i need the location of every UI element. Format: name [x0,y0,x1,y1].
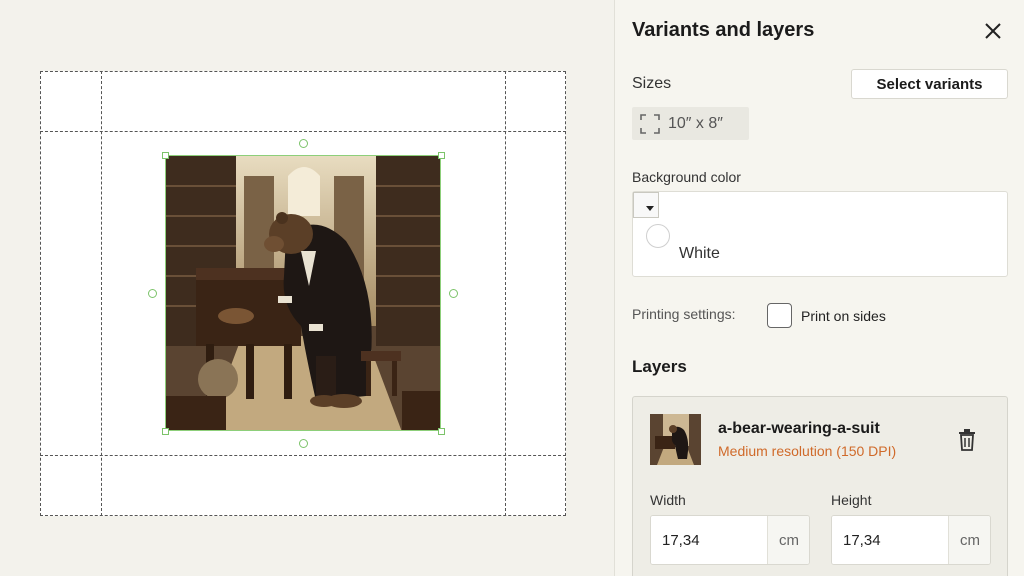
layer-artwork[interactable] [165,155,441,431]
delete-layer-button[interactable] [958,429,976,451]
layer-name: a-bear-wearing-a-suit [718,420,880,437]
size-option-label: 10″ x 8″ [668,114,723,132]
color-swatch-white[interactable] [646,224,670,248]
trash-icon [959,429,975,451]
resize-handle-bottom-left[interactable] [162,428,169,435]
resize-handle-bottom-right[interactable] [438,428,445,435]
resize-handle-top-right[interactable] [438,152,445,159]
resize-handle-top[interactable] [299,139,308,148]
height-input[interactable] [832,516,948,564]
bleed-guide-left [101,71,102,516]
background-color-label: Background color [632,169,741,185]
sizes-label: Sizes [632,75,672,92]
height-field: cm [831,515,991,565]
bear-artwork-image [166,156,440,430]
caret-down-icon [646,206,654,211]
close-button[interactable] [982,20,1004,42]
resize-handle-top-left[interactable] [162,152,169,159]
layer-resolution: Medium resolution (150 DPI) [718,443,897,459]
color-dropdown-toggle[interactable] [633,192,659,218]
resize-handle-right[interactable] [449,289,458,298]
design-canvas [0,0,614,576]
printing-settings-label: Printing settings: [632,306,736,322]
height-label: Height [831,492,872,508]
resize-handle-bottom[interactable] [299,439,308,448]
layer-thumbnail [650,414,701,465]
color-name: White [679,245,720,262]
width-unit: cm [767,516,809,564]
bleed-guide-top [40,131,566,132]
height-unit: cm [948,516,990,564]
print-on-sides-checkbox[interactable] [767,303,792,328]
layers-heading: Layers [632,357,687,376]
layer-card: a-bear-wearing-a-suit Medium resolution … [632,396,1008,576]
close-icon [985,23,1001,39]
variants-layers-panel: Variants and layers Sizes Select variant… [614,0,1024,576]
bleed-guide-bottom [40,455,566,456]
size-option-chip[interactable]: 10″ x 8″ [632,107,749,140]
background-color-picker: White [632,191,1008,277]
width-input[interactable] [651,516,767,564]
panel-title: Variants and layers [632,19,815,41]
resize-handle-left[interactable] [148,289,157,298]
bleed-guide-right [505,71,506,516]
width-field: cm [650,515,810,565]
print-on-sides-label[interactable]: Print on sides [801,308,886,324]
width-label: Width [650,492,686,508]
select-variants-button[interactable]: Select variants [851,69,1008,99]
frame-corners-icon [640,113,660,134]
